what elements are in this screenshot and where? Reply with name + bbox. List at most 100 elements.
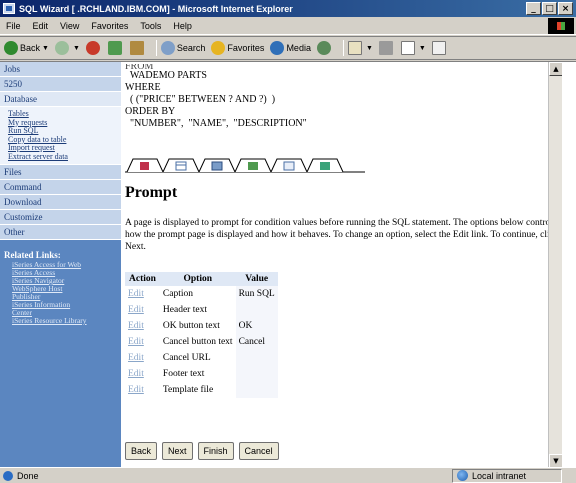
windows-logo-icon [548,18,574,34]
table-header-row: Action Option Value [125,272,278,286]
option-name: Template file [162,385,214,395]
sql-line: WHERE [125,82,161,93]
edit-link[interactable]: Edit [128,321,144,331]
option-value: Cancel [235,334,278,350]
scroll-down-icon[interactable]: ▼ [549,454,562,468]
edit-icon [400,41,415,55]
discuss-icon [431,41,446,55]
columns-icon [211,161,223,171]
sidebar-item-customize[interactable]: Customize [0,210,121,225]
prompt-description: A page is displayed to prompt for condit… [125,218,559,252]
page-icon [3,470,13,481]
database-subnav: Tables My requests Run SQL Copy data to … [0,107,121,165]
intranet-icon [457,470,468,481]
maximize-button[interactable]: □ [542,2,557,15]
home-button[interactable] [129,41,146,55]
sidebar-navigation: Jobs 5250 Database Tables My requests Ru… [0,62,121,468]
status-bar: Done Local intranet [0,467,576,483]
table-row: Edit Caption Run SQL [125,286,278,302]
option-value [235,366,278,382]
option-value [235,302,278,318]
search-button[interactable]: Search [160,41,206,55]
back-dropdown-icon[interactable]: ▼ [42,45,49,52]
option-value: OK [235,318,278,334]
edit-link[interactable]: Edit [128,385,144,395]
tab-output[interactable] [306,158,344,173]
subnav-extract-server-data[interactable]: Extract server data [8,152,121,162]
media-icon [270,41,285,55]
print-icon [378,41,393,55]
sql-line: ( ("PRICE" BETWEEN ? AND ?) ) [125,94,276,105]
column-header-value: Value [235,272,278,286]
sidebar-item-download[interactable]: Download [0,195,121,210]
finish-button[interactable]: Finish [197,442,234,460]
print-button[interactable] [378,41,395,55]
menu-favorites[interactable]: Favorites [91,21,128,31]
scroll-up-icon[interactable]: ▲ [549,62,562,76]
edit-link[interactable]: Edit [128,305,144,315]
refresh-button[interactable] [107,41,124,55]
tab-columns[interactable] [198,158,236,173]
wizard-tab-strip [125,158,365,173]
option-name: Footer text [162,369,205,379]
sql-line: WADEMO PARTS [125,70,207,81]
request-icon [140,162,149,170]
menu-view[interactable]: View [60,21,79,31]
related-link[interactable]: iSeries Resource Library [4,317,117,325]
sidebar-item-jobs[interactable]: Jobs [0,62,121,77]
edit-link[interactable]: Edit [128,353,144,363]
search-label: Search [176,43,206,53]
sidebar-item-other[interactable]: Other [0,225,121,240]
cancel-button[interactable]: Cancel [238,442,279,460]
sidebar-item-files[interactable]: Files [0,165,121,180]
favorites-icon [211,41,226,55]
close-button[interactable]: × [558,2,573,15]
menu-edit[interactable]: Edit [33,21,49,31]
back-wizard-button[interactable]: Back [125,442,158,460]
menu-tools[interactable]: Tools [140,21,161,31]
edit-link[interactable]: Edit [128,337,144,347]
output-icon [320,162,330,170]
media-button[interactable]: Media [270,41,311,55]
option-name: Cancel button text [162,337,233,347]
security-zone: Local intranet [452,468,562,483]
stop-icon [85,41,100,55]
menu-file[interactable]: File [6,21,21,31]
edit-link[interactable]: Edit [128,289,144,299]
option-name: Cancel URL [162,353,211,363]
page-title: Prompt [125,184,178,201]
toolbar-separator [155,40,157,56]
options-table: Action Option Value Edit Caption Run SQL… [125,272,278,398]
condition-icon [248,162,258,170]
edit-dropdown-icon[interactable]: ▼ [419,45,426,52]
forward-dropdown-icon[interactable]: ▼ [73,45,80,52]
related-links-heading: Related Links: [4,250,61,260]
ie-app-icon [3,3,15,14]
edit-button[interactable]: ▼ [400,41,426,55]
sidebar-item-command[interactable]: Command [0,180,121,195]
favorites-button[interactable]: Favorites [211,41,264,55]
vertical-scrollbar[interactable]: ▲ ▼ [548,62,562,468]
stop-button[interactable] [85,41,102,55]
tab-prompt[interactable] [270,158,308,173]
wizard-tabs [125,157,365,173]
sidebar-item-database[interactable]: Database [0,92,121,107]
back-button[interactable]: Back ▼ [4,41,49,55]
sidebar-item-5250[interactable]: 5250 [0,77,121,92]
next-button[interactable]: Next [162,442,193,460]
tab-request[interactable] [126,158,164,173]
history-button[interactable] [316,41,333,55]
mail-button[interactable]: ▼ [347,41,373,55]
mail-dropdown-icon[interactable]: ▼ [366,45,373,52]
minimize-button[interactable]: _ [526,2,541,15]
discuss-button[interactable] [431,41,448,55]
tab-condition[interactable] [234,158,272,173]
tab-table[interactable] [162,158,200,173]
back-arrow-icon [4,41,18,55]
edit-link[interactable]: Edit [128,369,144,379]
sql-statement: FROM WADEMO PARTS WHERE ( ("PRICE" BETWE… [121,62,562,130]
menu-help[interactable]: Help [173,21,192,31]
forward-button[interactable]: ▼ [54,41,80,55]
table-row: Edit Cancel URL [125,350,278,366]
zone-label: Local intranet [472,470,527,481]
